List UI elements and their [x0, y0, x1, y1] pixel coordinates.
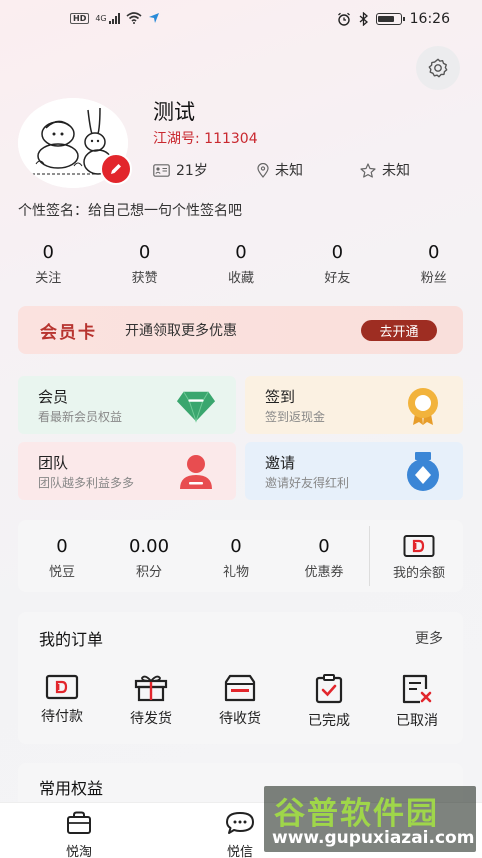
age-info: 21岁	[153, 160, 208, 180]
activate-member-button[interactable]: 去开通	[361, 320, 437, 341]
gift-box-icon	[134, 675, 168, 702]
tab-yuexin[interactable]: 悦信	[210, 811, 270, 858]
tile-team[interactable]: 团队 团队越多利益多多	[18, 442, 236, 500]
wifi-icon	[126, 12, 142, 24]
status-bar: HD 4G 16:26	[0, 0, 482, 40]
tab-yuetao[interactable]: 悦淘	[49, 811, 109, 858]
orders-panel: 我的订单 更多 待付款 待发货 待收货 已完成 已取消	[18, 612, 463, 744]
member-card-banner[interactable]: 会员卡 开通领取更多优惠 去开通	[18, 306, 463, 354]
star-icon	[360, 162, 376, 178]
wallet-beans[interactable]: 0 悦豆	[22, 536, 102, 580]
constellation-text: 未知	[382, 163, 410, 179]
signature[interactable]: 个性签名：给自己想一句个性签名吧	[18, 200, 242, 220]
watermark-url: www.gupuxiazai.com	[272, 828, 475, 848]
stats-row: 0 关注 0 获赞 0 收藏 0 好友 0 粉丝	[0, 242, 482, 286]
clock-time: 16:26	[409, 11, 450, 27]
shopping-bag-icon	[67, 811, 91, 834]
pencil-icon	[111, 164, 121, 174]
location-text: 未知	[275, 163, 303, 179]
gear-icon	[428, 58, 448, 78]
wallet-icon	[403, 535, 435, 557]
signal-icon	[108, 12, 120, 24]
edit-profile-button[interactable]	[100, 153, 132, 185]
location-info: 未知	[257, 160, 303, 180]
person-icon	[176, 452, 216, 492]
alarm-icon	[337, 12, 350, 26]
tile-invite[interactable]: 邀请 邀请好友得红利	[245, 442, 463, 500]
location-arrow-icon	[148, 13, 159, 23]
stat-favorites[interactable]: 0 收藏	[193, 242, 289, 286]
order-completed[interactable]: 已完成	[289, 674, 369, 730]
order-pending-receipt[interactable]: 待收货	[200, 674, 280, 728]
wallet-divider	[369, 526, 370, 586]
orders-more-link[interactable]: 更多	[415, 628, 443, 648]
hd-indicator: HD	[70, 12, 90, 24]
order-cancelled[interactable]: 已取消	[377, 674, 457, 730]
stat-friends[interactable]: 0 好友	[289, 242, 385, 286]
package-icon	[224, 674, 256, 702]
wallet-icon	[45, 674, 79, 700]
document-cancel-icon	[402, 674, 432, 704]
tile-membership[interactable]: 会员 看最新会员权益	[18, 376, 236, 434]
badge-icon	[403, 452, 443, 492]
chat-bubble-icon	[226, 812, 254, 834]
bluetooth-icon	[359, 12, 368, 26]
wallet-panel: 0 悦豆 0.00 积分 0 礼物 0 优惠券 我的余额	[18, 520, 463, 592]
member-card-desc: 开通领取更多优惠	[125, 323, 237, 339]
stat-likes[interactable]: 0 获赞	[96, 242, 192, 286]
watermark-cn: 谷普软件园	[274, 796, 439, 832]
wallet-coupons[interactable]: 0 优惠券	[284, 536, 364, 580]
stat-fans[interactable]: 0 粉丝	[386, 242, 482, 286]
orders-title: 我的订单	[39, 630, 104, 649]
clipboard-check-icon	[315, 674, 343, 704]
tile-checkin[interactable]: 签到 签到返现金	[245, 376, 463, 434]
medal-icon	[403, 386, 443, 426]
diamond-icon	[176, 386, 216, 426]
my-balance-label: 我的余额	[392, 566, 445, 581]
order-pending-shipment[interactable]: 待发货	[111, 674, 191, 728]
id-card-icon	[153, 163, 170, 177]
age-text: 21岁	[176, 163, 208, 179]
constellation-info: 未知	[360, 160, 410, 180]
wallet-gifts[interactable]: 0 礼物	[196, 536, 276, 580]
jianghu-id: 江湖号: 111304	[153, 131, 258, 147]
benefits-title: 常用权益	[39, 779, 104, 798]
member-card-title: 会员卡	[40, 322, 97, 343]
wallet-points[interactable]: 0.00 积分	[109, 536, 189, 580]
watermark-logo: 谷普软件园 www.gupuxiazai.com	[264, 786, 476, 852]
location-pin-icon	[257, 162, 269, 178]
stat-following[interactable]: 0 关注	[0, 242, 96, 286]
settings-button[interactable]	[416, 46, 460, 90]
battery-icon	[375, 13, 405, 25]
order-pending-payment[interactable]: 待付款	[22, 674, 102, 726]
network-type: 4G	[95, 13, 107, 23]
my-balance-button[interactable]: 我的余额	[379, 534, 459, 581]
nickname: 测试	[153, 100, 195, 124]
